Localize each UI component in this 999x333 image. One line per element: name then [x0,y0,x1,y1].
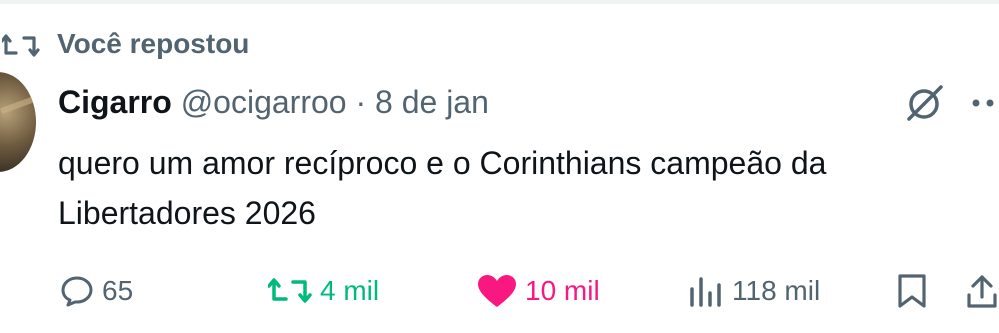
repost-button[interactable]: 4 mil [268,268,379,314]
tweet-text-line-2: Libertadores 2026 [58,195,316,231]
tweet-date[interactable]: 8 de jan [375,84,489,120]
header-separator: · [355,84,367,120]
avatar-texture [0,96,36,114]
reply-button[interactable]: 65 [60,268,133,314]
views-button[interactable]: 118 mil [688,268,820,314]
like-count: 10 mil [525,275,600,306]
bookmark-button[interactable] [896,268,928,314]
reply-icon [61,276,93,307]
display-name[interactable]: Cigarro [58,84,172,120]
heart-icon [478,275,516,307]
share-button[interactable] [966,268,998,314]
views-count: 118 mil [732,275,821,306]
repost-icon [2,34,40,57]
tweet-header: Cigarro @ocigarroo · 8 de jan [58,82,489,122]
share-icon [967,275,997,308]
top-divider [0,0,999,4]
views-icon [690,277,721,307]
reply-count: 65 [102,275,134,306]
grok-icon[interactable] [903,83,947,123]
action-bar: 65 4 mil 10 mil 118 mil [0,268,999,314]
repost-context-label: Você repostou [57,28,250,59]
repost-count: 4 mil [320,275,380,306]
user-handle[interactable]: @ocigarroo [181,84,347,120]
more-icon[interactable] [970,98,999,108]
repost-icon [268,278,312,303]
tweet-text: quero um amor recíproco e o Corinthians … [58,138,999,238]
bookmark-icon [898,274,926,308]
avatar[interactable] [0,72,36,172]
tweet-text-line-1: quero um amor recíproco e o Corinthians … [58,145,827,181]
like-button[interactable]: 10 mil [477,268,600,314]
